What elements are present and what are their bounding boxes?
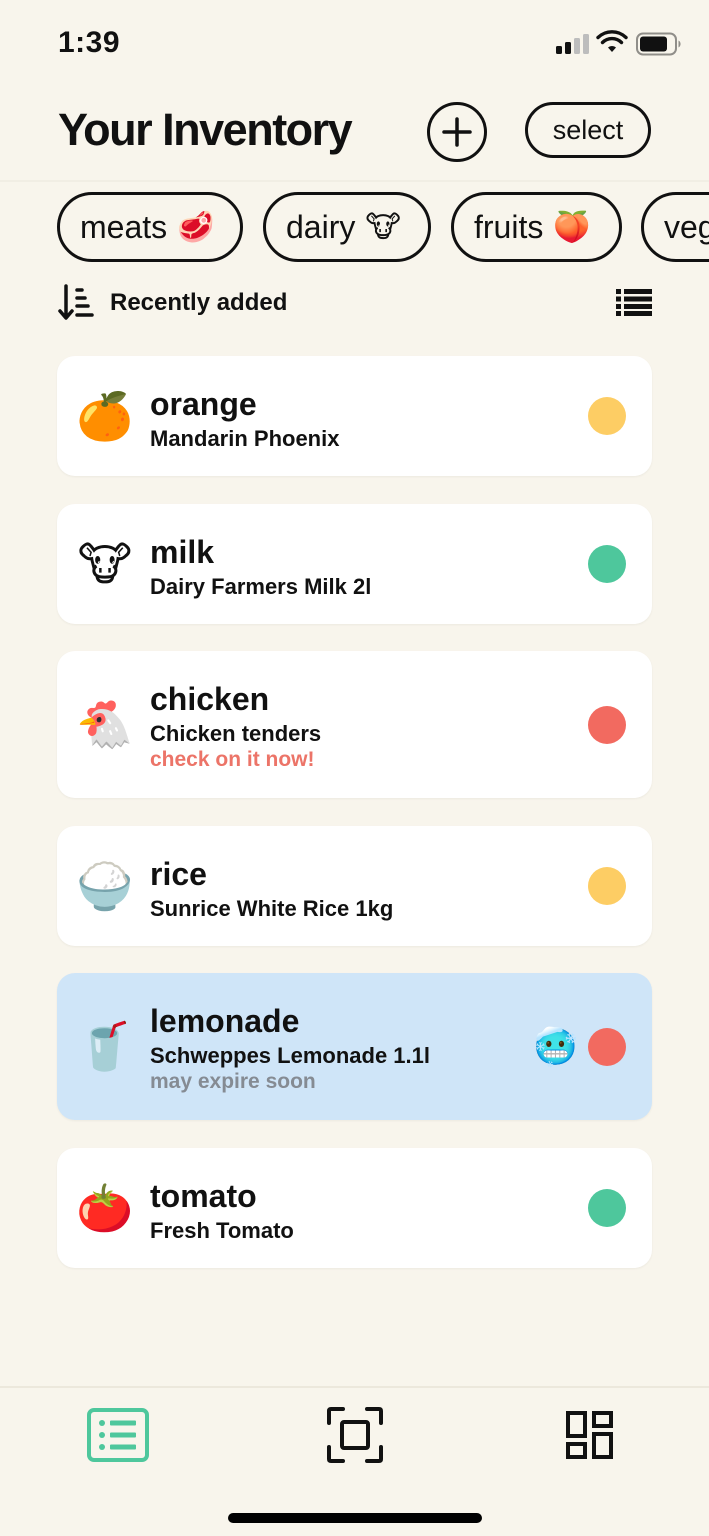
freshness-status-dot [588,545,626,583]
item-name: rice [150,856,207,892]
sort-descending-icon[interactable] [58,284,94,322]
freshness-status-dot [588,1028,626,1066]
chip-label: veg [664,208,709,245]
wifi-icon [596,30,628,52]
battery-icon [636,32,681,56]
list-view-icon[interactable] [616,288,652,316]
grid-icon [566,1411,613,1459]
cow-icon: 🐮 [365,210,401,244]
inventory-item-card[interactable]: 🍚 rice Sunrice White Rice 1kg [57,826,652,946]
item-name: chicken [150,681,270,717]
chip-meats[interactable]: meats 🥩 [57,192,243,262]
category-chips[interactable]: meats 🥩 dairy 🐮 fruits 🍑 veg [0,190,709,264]
home-indicator[interactable] [228,1513,482,1523]
select-button[interactable]: select [525,102,651,158]
chip-label: meats [80,208,168,245]
freshness-status-dot [588,1189,626,1227]
item-description: Dairy Farmers Milk 2l [150,574,372,599]
item-description: Chicken tenders [150,721,322,746]
inventory-item-card[interactable]: 🍊 orange Mandarin Phoenix [57,356,652,476]
item-description: Schweppes Lemonade 1.1l [150,1043,430,1068]
freshness-status-dot [588,706,626,744]
orange-icon: 🍊 [76,390,134,442]
cow-icon: 🐮 [77,538,133,590]
header-divider [0,180,709,182]
tab-inventory-list[interactable] [86,1406,150,1464]
status-bar: 1:39 [0,0,709,90]
item-alert-note: check on it now! [150,748,315,771]
inventory-item-card[interactable]: 🥤 lemonade Schweppes Lemonade 1.1l may e… [57,973,652,1120]
tab-scan[interactable] [323,1406,387,1464]
inventory-item-card[interactable]: 🍅 tomato Fresh Tomato [57,1148,652,1268]
status-time: 1:39 [58,26,121,59]
chip-fruits[interactable]: fruits 🍑 [451,192,622,262]
rice-icon: 🍚 [76,860,134,912]
inventory-item-card[interactable]: 🐔 chicken Chicken tenders check on it no… [57,651,652,798]
item-name: lemonade [150,1003,300,1039]
inventory-item-card[interactable]: 🐮 milk Dairy Farmers Milk 2l [57,504,652,624]
peach-icon: 🍑 [553,210,591,244]
tomato-icon: 🍅 [76,1182,134,1234]
sort-label[interactable]: Recently added [110,289,287,317]
scan-icon [327,1407,383,1463]
chip-label: fruits [474,208,544,245]
item-name: tomato [150,1178,257,1214]
drink-cup-icon: 🥤 [76,1020,134,1072]
item-name: milk [150,534,215,570]
item-description: Mandarin Phoenix [150,426,340,451]
meat-icon: 🥩 [177,210,215,244]
freshness-status-dot [588,397,626,435]
cellular-signal-icon [556,32,590,54]
tab-dashboard[interactable] [558,1406,622,1464]
tab-bar [0,1386,709,1536]
sort-row: Recently added [58,284,652,324]
item-description: Sunrice White Rice 1kg [150,896,394,921]
chicken-icon: 🐔 [76,698,134,750]
item-description: Fresh Tomato [150,1218,294,1243]
chip-label: dairy [286,208,356,245]
chip-dairy[interactable]: dairy 🐮 [263,192,431,262]
item-name: orange [150,386,257,422]
frozen-face-icon: 🥶 [533,1026,578,1067]
inventory-screen: 1:39 Your Inventory select meats 🥩 dairy… [0,0,709,1536]
page-title: Your Inventory [58,104,353,155]
plus-icon [442,117,472,147]
item-expiry-note: may expire soon [150,1070,316,1093]
chip-vegetables[interactable]: veg [641,192,709,262]
add-item-button[interactable] [427,102,487,162]
freshness-status-dot [588,867,626,905]
list-icon [87,1408,149,1462]
